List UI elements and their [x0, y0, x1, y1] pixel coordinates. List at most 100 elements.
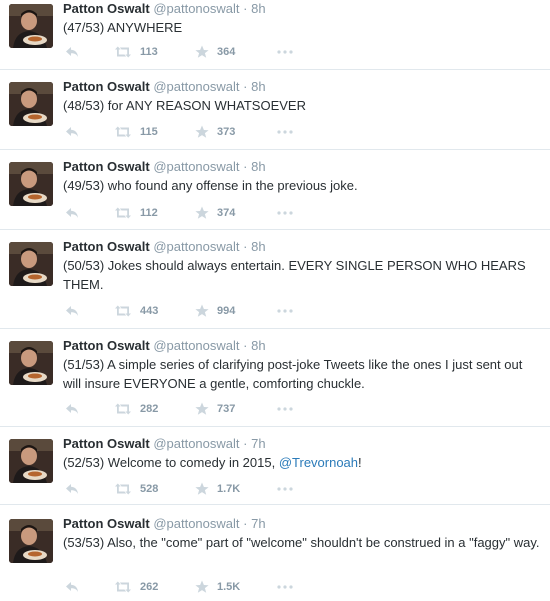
tweet-actions: 528 1.7K: [63, 481, 323, 497]
retweet-button[interactable]: 262: [114, 579, 158, 595]
reply-button[interactable]: [65, 205, 79, 221]
author-handle[interactable]: @pattonoswalt: [153, 79, 239, 94]
more-button[interactable]: [277, 401, 293, 417]
tweet[interactable]: Patton Oswalt @pattonoswalt · 8h (49/53)…: [0, 158, 550, 230]
star-icon: [195, 206, 209, 220]
tweet-actions: 112 374: [63, 205, 323, 221]
reply-icon: [65, 126, 79, 138]
timestamp[interactable]: 7h: [251, 516, 265, 531]
more-dots-icon: [277, 130, 293, 134]
avatar[interactable]: [9, 439, 53, 483]
favorite-button[interactable]: 737: [195, 401, 235, 417]
reply-button[interactable]: [65, 124, 79, 140]
reply-button[interactable]: [65, 44, 79, 60]
timestamp[interactable]: 8h: [251, 159, 265, 174]
more-button[interactable]: [277, 124, 293, 140]
retweet-count: 113: [140, 46, 158, 58]
favorite-count: 374: [217, 207, 236, 219]
favorite-button[interactable]: 994: [195, 303, 235, 319]
tweet-header: Patton Oswalt @pattonoswalt · 7h: [63, 515, 266, 532]
timestamp[interactable]: 7h: [251, 436, 265, 451]
author-handle[interactable]: @pattonoswalt: [153, 1, 239, 16]
retweet-count: 112: [140, 207, 158, 219]
author-name[interactable]: Patton Oswalt: [63, 516, 150, 531]
favorite-button[interactable]: 364: [195, 44, 235, 60]
timestamp[interactable]: 8h: [251, 79, 265, 94]
favorite-count: 1.5K: [217, 581, 241, 593]
retweet-count: 115: [140, 126, 158, 138]
tweet-header: Patton Oswalt @pattonoswalt · 8h: [63, 0, 266, 17]
author-name[interactable]: Patton Oswalt: [63, 239, 150, 254]
retweet-icon: [114, 403, 132, 415]
favorite-count: 373: [217, 126, 236, 138]
tweet-text: (53/53) Also, the "come" part of "welcom…: [63, 535, 540, 550]
retweet-icon: [114, 126, 132, 138]
tweet-header: Patton Oswalt @pattonoswalt · 7h: [63, 435, 266, 452]
more-button[interactable]: [277, 481, 293, 497]
tweet[interactable]: Patton Oswalt @pattonoswalt · 8h (51/53)…: [0, 337, 550, 427]
more-dots-icon: [277, 211, 293, 215]
tweet[interactable]: Patton Oswalt @pattonoswalt · 8h (47/53)…: [0, 0, 550, 70]
author-handle[interactable]: @pattonoswalt: [153, 338, 239, 353]
tweet[interactable]: Patton Oswalt @pattonoswalt · 8h (50/53)…: [0, 238, 550, 329]
retweet-icon: [114, 46, 132, 58]
tweet-text: (51/53) A simple series of clarifying po…: [63, 357, 523, 391]
tweet[interactable]: Patton Oswalt @pattonoswalt · 7h (53/53)…: [0, 515, 550, 601]
avatar[interactable]: [9, 82, 53, 126]
author-name[interactable]: Patton Oswalt: [63, 79, 150, 94]
retweet-button[interactable]: 115: [114, 124, 158, 140]
timeline: Patton Oswalt @pattonoswalt · 8h (47/53)…: [0, 0, 550, 601]
reply-button[interactable]: [65, 303, 79, 319]
reply-icon: [65, 46, 79, 58]
tweet-text: (52/53) Welcome to comedy in 2015, @Trev…: [63, 455, 362, 470]
retweet-button[interactable]: 443: [114, 303, 158, 319]
author-handle[interactable]: @pattonoswalt: [153, 239, 239, 254]
timestamp[interactable]: 8h: [251, 1, 265, 16]
more-button[interactable]: [277, 303, 293, 319]
author-handle[interactable]: @pattonoswalt: [153, 436, 239, 451]
retweet-button[interactable]: 282: [114, 401, 158, 417]
favorite-count: 994: [217, 305, 236, 317]
more-button[interactable]: [277, 579, 293, 595]
favorite-button[interactable]: 373: [195, 124, 235, 140]
favorite-count: 364: [217, 46, 236, 58]
avatar[interactable]: [9, 162, 53, 206]
timestamp[interactable]: 8h: [251, 338, 265, 353]
avatar[interactable]: [9, 519, 53, 563]
avatar[interactable]: [9, 4, 53, 48]
timestamp[interactable]: 8h: [251, 239, 265, 254]
tweet[interactable]: Patton Oswalt @pattonoswalt · 7h (52/53)…: [0, 435, 550, 505]
avatar[interactable]: [9, 242, 53, 286]
author-name[interactable]: Patton Oswalt: [63, 338, 150, 353]
author-name[interactable]: Patton Oswalt: [63, 436, 150, 451]
tweet[interactable]: Patton Oswalt @pattonoswalt · 8h (48/53)…: [0, 78, 550, 150]
favorite-button[interactable]: 1.5K: [195, 579, 240, 595]
separator: ·: [243, 159, 248, 174]
more-dots-icon: [277, 50, 293, 54]
tweet-text: (47/53) ANYWHERE: [63, 20, 183, 35]
author-name[interactable]: Patton Oswalt: [63, 1, 150, 16]
reply-button[interactable]: [65, 401, 79, 417]
favorite-count: 737: [217, 403, 236, 415]
more-button[interactable]: [277, 205, 293, 221]
author-handle[interactable]: @pattonoswalt: [153, 159, 239, 174]
reply-button[interactable]: [65, 579, 79, 595]
favorite-button[interactable]: 1.7K: [195, 481, 240, 497]
reply-button[interactable]: [65, 481, 79, 497]
retweet-button[interactable]: 528: [114, 481, 158, 497]
retweet-count: 262: [140, 581, 159, 593]
favorite-button[interactable]: 374: [195, 205, 235, 221]
tweet-actions: 262 1.5K: [63, 579, 323, 595]
avatar[interactable]: [9, 341, 53, 385]
retweet-button[interactable]: 112: [114, 205, 158, 221]
retweet-button[interactable]: 113: [114, 44, 158, 60]
author-handle[interactable]: @pattonoswalt: [153, 516, 239, 531]
author-name[interactable]: Patton Oswalt: [63, 159, 150, 174]
tweet-text: (50/53) Jokes should always entertain. E…: [63, 258, 526, 292]
more-button[interactable]: [277, 44, 293, 60]
star-icon: [195, 580, 209, 594]
star-icon: [195, 45, 209, 59]
mention-link[interactable]: @Trevornoah: [279, 455, 358, 470]
retweet-icon: [114, 305, 132, 317]
separator: ·: [243, 1, 248, 16]
